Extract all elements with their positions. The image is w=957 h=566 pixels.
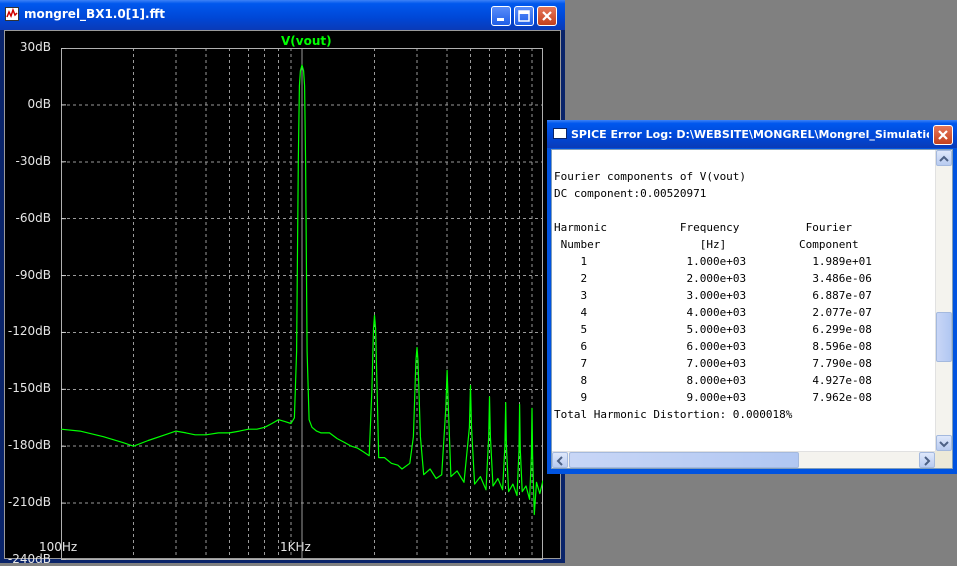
harmonic-row: 5 5.000e+03 6.299e-08 [554, 323, 872, 336]
y-tick-label: -150dB [7, 381, 51, 396]
harmonic-component: 1.989e+01 [812, 255, 872, 268]
dc-component-line: DC component:0.00520971 [554, 187, 707, 200]
harmonic-number: 2 [580, 272, 588, 285]
harmonic-component: 2.077e-07 [812, 306, 872, 319]
harmonic-row: 4 4.000e+03 2.077e-07 [554, 306, 872, 319]
y-tick-label: -60dB [15, 210, 51, 225]
y-tick-label: 0dB [27, 96, 51, 111]
scroll-left-button[interactable] [552, 452, 568, 468]
fft-plot[interactable] [61, 48, 543, 560]
log-content[interactable]: Fourier components of V(vout) DC compone… [551, 149, 953, 469]
harmonic-frequency: 2.000e+03 [686, 272, 747, 285]
harmonic-component: 6.887e-07 [812, 289, 872, 302]
table-header-2: Number [Hz] Component [554, 238, 859, 251]
thd-line: Total Harmonic Distortion: 0.000018% [554, 408, 793, 421]
maximize-button[interactable] [514, 6, 534, 26]
minimize-button[interactable] [491, 6, 511, 26]
log-window-titlebar[interactable]: SPICE Error Log: D:\WEBSITE\MONGREL\Mong… [547, 120, 957, 148]
scroll-down-icon [939, 441, 949, 448]
spice-error-log-window[interactable]: SPICE Error Log: D:\WEBSITE\MONGREL\Mong… [547, 120, 957, 474]
harmonic-row: 2 2.000e+03 3.486e-06 [554, 272, 872, 285]
harmonic-component: 4.927e-08 [812, 374, 872, 387]
harmonic-number: 5 [580, 323, 588, 336]
harmonic-number: 6 [580, 340, 588, 353]
minimize-icon [497, 18, 504, 21]
harmonic-row: 3 3.000e+03 6.887e-07 [554, 289, 872, 302]
harmonic-frequency: 9.000e+03 [686, 391, 747, 404]
plot-pane[interactable]: V(vout) 30dB 0dB -30dB -60dB -90dB -120dB -150… [4, 30, 561, 566]
vertical-scroll-thumb[interactable] [936, 312, 952, 362]
scroll-left-icon [556, 456, 563, 466]
table-header-1: Harmonic Frequency Fourier [554, 221, 853, 234]
scroll-right-button[interactable] [919, 452, 935, 468]
harmonic-row: 9 9.000e+03 7.962e-08 [554, 391, 872, 404]
harmonic-frequency: 6.000e+03 [686, 340, 747, 353]
close-button[interactable] [537, 6, 557, 26]
harmonic-frequency: 1.000e+03 [686, 255, 747, 268]
harmonic-row: 6 6.000e+03 8.596e-08 [554, 340, 872, 353]
y-tick-label: -180dB [7, 438, 51, 453]
harmonic-number: 7 [580, 357, 588, 370]
harmonic-component: 8.596e-08 [812, 340, 872, 353]
scroll-up-icon [939, 155, 949, 162]
y-tick-label: -210dB [7, 495, 51, 510]
horizontal-scrollbar[interactable] [552, 451, 935, 468]
harmonic-row: 1 1.000e+03 1.989e+01 [554, 255, 872, 268]
maximize-icon [518, 10, 530, 22]
harmonic-frequency: 3.000e+03 [686, 289, 747, 302]
scrollbar-corner [935, 451, 952, 468]
waveform-app-icon[interactable] [5, 7, 19, 21]
scroll-up-button[interactable] [936, 150, 952, 166]
harmonic-component: 7.962e-08 [812, 391, 872, 404]
harmonic-number: 8 [580, 374, 588, 387]
harmonic-component: 3.486e-06 [812, 272, 872, 285]
harmonic-frequency: 4.000e+03 [686, 306, 747, 319]
plot-window-titlebar[interactable]: mongrel_BX1.0[1].fft [0, 0, 565, 30]
harmonic-number: 4 [580, 306, 588, 319]
log-window-icon [553, 128, 567, 139]
log-text: Fourier components of V(vout) DC compone… [554, 168, 934, 423]
harmonic-component: 6.299e-08 [812, 323, 872, 336]
harmonic-component: 7.790e-08 [812, 357, 872, 370]
fourier-heading: Fourier components of V(vout) [554, 170, 747, 183]
scroll-right-icon [924, 456, 931, 466]
horizontal-scroll-thumb[interactable] [569, 452, 799, 468]
y-tick-label: -90dB [15, 267, 51, 282]
harmonic-table: 1 1.000e+03 1.989e+01 2 2.000e+03 3.486e… [554, 255, 872, 404]
harmonic-row: 7 7.000e+03 7.790e-08 [554, 357, 872, 370]
close-icon [542, 11, 552, 21]
plot-window-title: mongrel_BX1.0[1].fft [24, 7, 166, 21]
vertical-scrollbar[interactable] [935, 150, 952, 451]
harmonic-frequency: 7.000e+03 [686, 357, 747, 370]
close-icon [938, 130, 948, 140]
y-tick-label: -120dB [7, 324, 51, 339]
y-tick-label: 30dB [19, 40, 51, 54]
y-tick-label: -240dB [7, 552, 51, 566]
harmonic-number: 3 [580, 289, 588, 302]
log-close-button[interactable] [933, 125, 953, 145]
harmonic-frequency: 8.000e+03 [686, 374, 747, 387]
scroll-down-button[interactable] [936, 435, 952, 451]
plot-window[interactable]: mongrel_BX1.0[1].fft V(vout) 30dB 0dB -30d… [0, 0, 565, 566]
harmonic-row: 8 8.000e+03 4.927e-08 [554, 374, 872, 387]
harmonic-number: 1 [580, 255, 588, 268]
harmonic-frequency: 5.000e+03 [686, 323, 747, 336]
log-window-title: SPICE Error Log: D:\WEBSITE\MONGREL\Mong… [571, 128, 929, 141]
trace-label[interactable]: V(vout) [281, 34, 332, 48]
y-tick-label: -30dB [15, 153, 51, 168]
harmonic-number: 9 [580, 391, 588, 404]
